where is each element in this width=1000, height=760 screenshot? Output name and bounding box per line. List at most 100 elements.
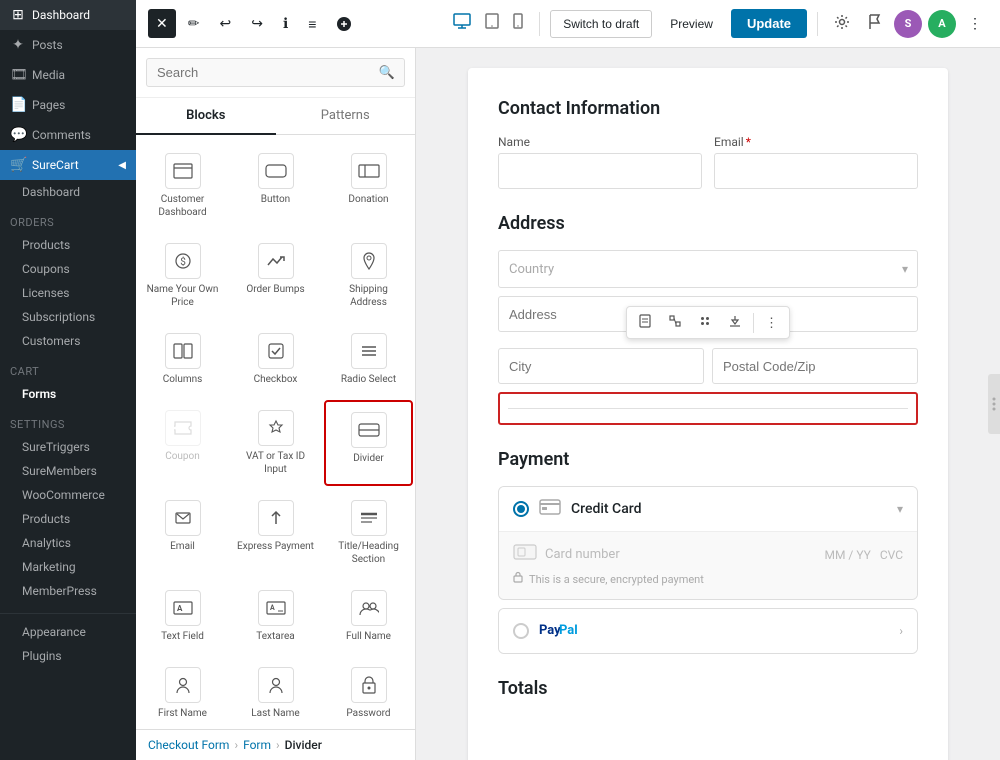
circle-button[interactable] bbox=[328, 10, 360, 38]
sidebar-subitem-memberpress[interactable]: MemberPress bbox=[0, 579, 136, 603]
block-item-button[interactable]: Button bbox=[231, 143, 320, 229]
payment-option-credit-card[interactable]: Credit Card ▾ Card number MM / YY bbox=[498, 486, 918, 600]
sidebar-item-dashboard[interactable]: ⊞ Dashboard bbox=[0, 0, 136, 30]
block-item-shipping-address[interactable]: Shipping Address bbox=[324, 233, 413, 319]
mobile-button[interactable] bbox=[507, 7, 529, 40]
sidebar-item-comments[interactable]: 💬 Comments bbox=[0, 120, 136, 150]
editor-wrap: ✕ ✏ ↩ ↪ ℹ ≡ bbox=[136, 0, 1000, 760]
email-input[interactable] bbox=[714, 153, 918, 189]
country-select[interactable]: Country bbox=[498, 250, 918, 288]
sidebar-subitem-analytics[interactable]: Analytics bbox=[0, 531, 136, 555]
order-bumps-icon bbox=[258, 243, 294, 279]
first-name-label: First Name bbox=[158, 707, 207, 720]
sidebar-subitem-suremembers[interactable]: SureMembers bbox=[0, 459, 136, 483]
divider-tool-transform[interactable] bbox=[661, 309, 689, 336]
sidebar-subitem-suretriggers[interactable]: SureTriggers bbox=[0, 435, 136, 459]
paypal-radio[interactable] bbox=[513, 623, 529, 639]
payment-option-paypal[interactable]: PayPal › bbox=[498, 608, 918, 654]
sidebar-subitem-sc-coupons[interactable]: Coupons bbox=[0, 257, 136, 281]
block-item-email[interactable]: Email bbox=[138, 490, 227, 576]
tab-blocks[interactable]: Blocks bbox=[136, 98, 276, 135]
settings-button[interactable] bbox=[828, 8, 856, 39]
tab-patterns[interactable]: Patterns bbox=[276, 98, 416, 135]
sidebar-subitem-sc-products[interactable]: Products bbox=[0, 233, 136, 257]
text-field-icon: A bbox=[165, 590, 201, 626]
block-item-donation[interactable]: Donation bbox=[324, 143, 413, 229]
sidebar-subitem-marketing[interactable]: Marketing bbox=[0, 555, 136, 579]
sidebar-item-media[interactable]: 🎞 Media bbox=[0, 60, 136, 90]
tablet-button[interactable] bbox=[479, 7, 505, 40]
undo-icon: ↩ bbox=[219, 15, 231, 32]
close-button[interactable]: ✕ bbox=[148, 9, 176, 38]
credit-card-radio[interactable] bbox=[513, 501, 529, 517]
email-label: Email* bbox=[714, 135, 918, 149]
update-button[interactable]: Update bbox=[731, 9, 807, 38]
toolbar-sep-2 bbox=[817, 12, 818, 36]
block-item-last-name[interactable]: Last Name bbox=[231, 657, 320, 729]
card-chip-icon bbox=[513, 544, 537, 565]
block-item-name-your-own-price[interactable]: $ Name Your Own Price bbox=[138, 233, 227, 319]
block-item-columns[interactable]: Columns bbox=[138, 323, 227, 396]
payment-section-title: Payment bbox=[498, 449, 918, 470]
block-item-divider[interactable]: Divider bbox=[324, 400, 413, 486]
textarea-icon: A bbox=[258, 590, 294, 626]
flag-button[interactable] bbox=[862, 8, 888, 39]
divider-tool-document[interactable] bbox=[631, 309, 659, 336]
country-select-wrapper: Country ▾ bbox=[498, 250, 918, 288]
sidebar-item-posts[interactable]: ✦ Posts bbox=[0, 30, 136, 60]
block-item-order-bumps[interactable]: Order Bumps bbox=[231, 233, 320, 319]
more-options-button[interactable]: ⋮ bbox=[962, 9, 988, 38]
draw-button[interactable]: ✏ bbox=[180, 9, 208, 38]
sidebar-subitem-sc-customers[interactable]: Customers bbox=[0, 329, 136, 353]
block-item-password[interactable]: Password bbox=[324, 657, 413, 729]
search-input[interactable] bbox=[146, 58, 405, 87]
sidebar-subitem-forms[interactable]: Forms bbox=[0, 382, 136, 406]
block-item-express-payment[interactable]: Express Payment bbox=[231, 490, 320, 576]
block-item-checkbox[interactable]: Checkbox bbox=[231, 323, 320, 396]
divider-tool-move[interactable] bbox=[691, 309, 719, 336]
columns-icon bbox=[165, 333, 201, 369]
block-item-vat-tax-id[interactable]: VAT or Tax ID Input bbox=[231, 400, 320, 486]
sidebar-subitem-sc-dashboard[interactable]: Dashboard bbox=[0, 180, 136, 204]
a-avatar[interactable]: A bbox=[928, 10, 956, 38]
block-item-customer-dashboard[interactable]: Customer Dashboard bbox=[138, 143, 227, 229]
canvas-resize-handle[interactable] bbox=[988, 374, 1000, 434]
sidebar-subitem-products2[interactable]: Products bbox=[0, 507, 136, 531]
redo-button[interactable]: ↪ bbox=[243, 9, 271, 38]
s-avatar[interactable]: S bbox=[894, 10, 922, 38]
sidebar-subitem-sc-subscriptions[interactable]: Subscriptions bbox=[0, 305, 136, 329]
express-payment-label: Express Payment bbox=[237, 540, 314, 553]
preview-button[interactable]: Preview bbox=[658, 11, 725, 37]
search-wrap: 🔍 bbox=[146, 58, 405, 87]
block-item-title-heading[interactable]: Title/Heading Section bbox=[324, 490, 413, 576]
sidebar-subitem-sc-licenses[interactable]: Licenses bbox=[0, 281, 136, 305]
sidebar-subitem-woocommerce[interactable]: WooCommerce bbox=[0, 483, 136, 507]
block-item-first-name[interactable]: First Name bbox=[138, 657, 227, 729]
sidebar-subitem-plugins[interactable]: Plugins bbox=[0, 644, 136, 668]
breadcrumb-checkout-form[interactable]: Checkout Form bbox=[148, 738, 229, 752]
name-label: Name bbox=[498, 135, 702, 149]
divider-tool-more[interactable]: ⋮ bbox=[758, 310, 785, 336]
switch-draft-button[interactable]: Switch to draft bbox=[550, 10, 652, 38]
block-item-full-name[interactable]: Full Name bbox=[324, 580, 413, 653]
tablet-icon bbox=[485, 13, 499, 29]
breadcrumb-form[interactable]: Form bbox=[243, 738, 271, 752]
desktop-button[interactable] bbox=[447, 7, 477, 40]
sidebar-item-surecart[interactable]: 🛒 SureCart ◀ bbox=[0, 150, 136, 180]
block-item-radio-select[interactable]: Radio Select bbox=[324, 323, 413, 396]
customer-dashboard-icon bbox=[165, 153, 201, 189]
divider-selected-element[interactable] bbox=[498, 392, 918, 425]
info-button[interactable]: ℹ bbox=[275, 9, 296, 38]
divider-tool-reorder[interactable] bbox=[721, 309, 749, 336]
sidebar-orders-label: Orders bbox=[0, 204, 136, 233]
undo-button[interactable]: ↩ bbox=[211, 9, 239, 38]
postal-input[interactable] bbox=[712, 348, 918, 384]
resize-handle-icon bbox=[992, 394, 996, 414]
sidebar-subitem-appearance[interactable]: Appearance bbox=[0, 620, 136, 644]
name-input[interactable] bbox=[498, 153, 702, 189]
city-input[interactable] bbox=[498, 348, 704, 384]
block-item-textarea[interactable]: A Textarea bbox=[231, 580, 320, 653]
list-view-button[interactable]: ≡ bbox=[300, 10, 324, 38]
block-item-text-field[interactable]: A Text Field bbox=[138, 580, 227, 653]
sidebar-item-pages[interactable]: 📄 Pages bbox=[0, 90, 136, 120]
